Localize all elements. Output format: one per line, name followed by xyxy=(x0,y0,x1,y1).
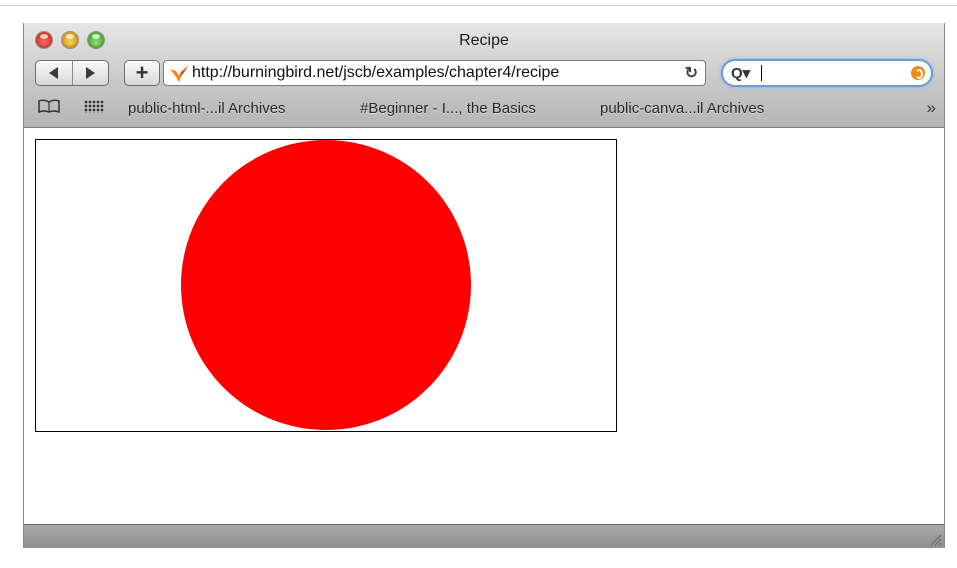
bookmarks-book-icon[interactable] xyxy=(38,99,60,113)
address-bar[interactable]: http://burningbird.net/jscb/examples/cha… xyxy=(163,60,706,86)
forward-button[interactable] xyxy=(71,61,109,85)
navigation-buttons xyxy=(35,60,109,86)
bookmark-item[interactable]: public-canva...il Archives xyxy=(600,100,764,117)
bookmark-item[interactable]: #Beginner - I..., the Basics xyxy=(360,100,536,117)
canvas-element xyxy=(35,139,617,432)
page-content xyxy=(24,128,944,524)
reload-icon[interactable]: ↻ xyxy=(685,63,698,83)
search-field[interactable]: Q▾ xyxy=(721,59,933,87)
add-bookmark-button[interactable]: + xyxy=(124,60,160,86)
forward-arrow-icon xyxy=(85,67,95,79)
window-title: Recipe xyxy=(459,32,509,49)
browser-chrome: Recipe + http://burningbird.net/jscb/exa… xyxy=(24,23,944,128)
screenshot-border xyxy=(0,5,957,6)
bookmark-item[interactable]: public-html-...il Archives xyxy=(128,100,286,117)
more-bookmarks-chevron-icon[interactable]: » xyxy=(927,98,936,118)
canvas-drawing xyxy=(181,140,471,430)
title-bar: Recipe xyxy=(24,23,944,55)
bookmarks-bar: public-html-...il Archives #Beginner - I… xyxy=(24,95,944,121)
back-arrow-icon xyxy=(49,67,59,79)
burningbird-favicon-icon xyxy=(170,66,188,82)
status-bar xyxy=(24,524,944,548)
resize-grip-icon[interactable] xyxy=(928,532,942,546)
top-sites-grid-icon[interactable] xyxy=(84,100,104,113)
search-icon[interactable]: Q▾ xyxy=(731,64,750,82)
back-button[interactable] xyxy=(36,61,72,85)
red-circle xyxy=(181,140,471,430)
browser-window: Recipe + http://burningbird.net/jscb/exa… xyxy=(23,23,945,548)
toolbar: + http://burningbird.net/jscb/examples/c… xyxy=(24,57,944,91)
url-text[interactable]: http://burningbird.net/jscb/examples/cha… xyxy=(192,64,677,82)
text-cursor xyxy=(761,65,762,81)
search-snapback-icon[interactable] xyxy=(911,66,925,80)
